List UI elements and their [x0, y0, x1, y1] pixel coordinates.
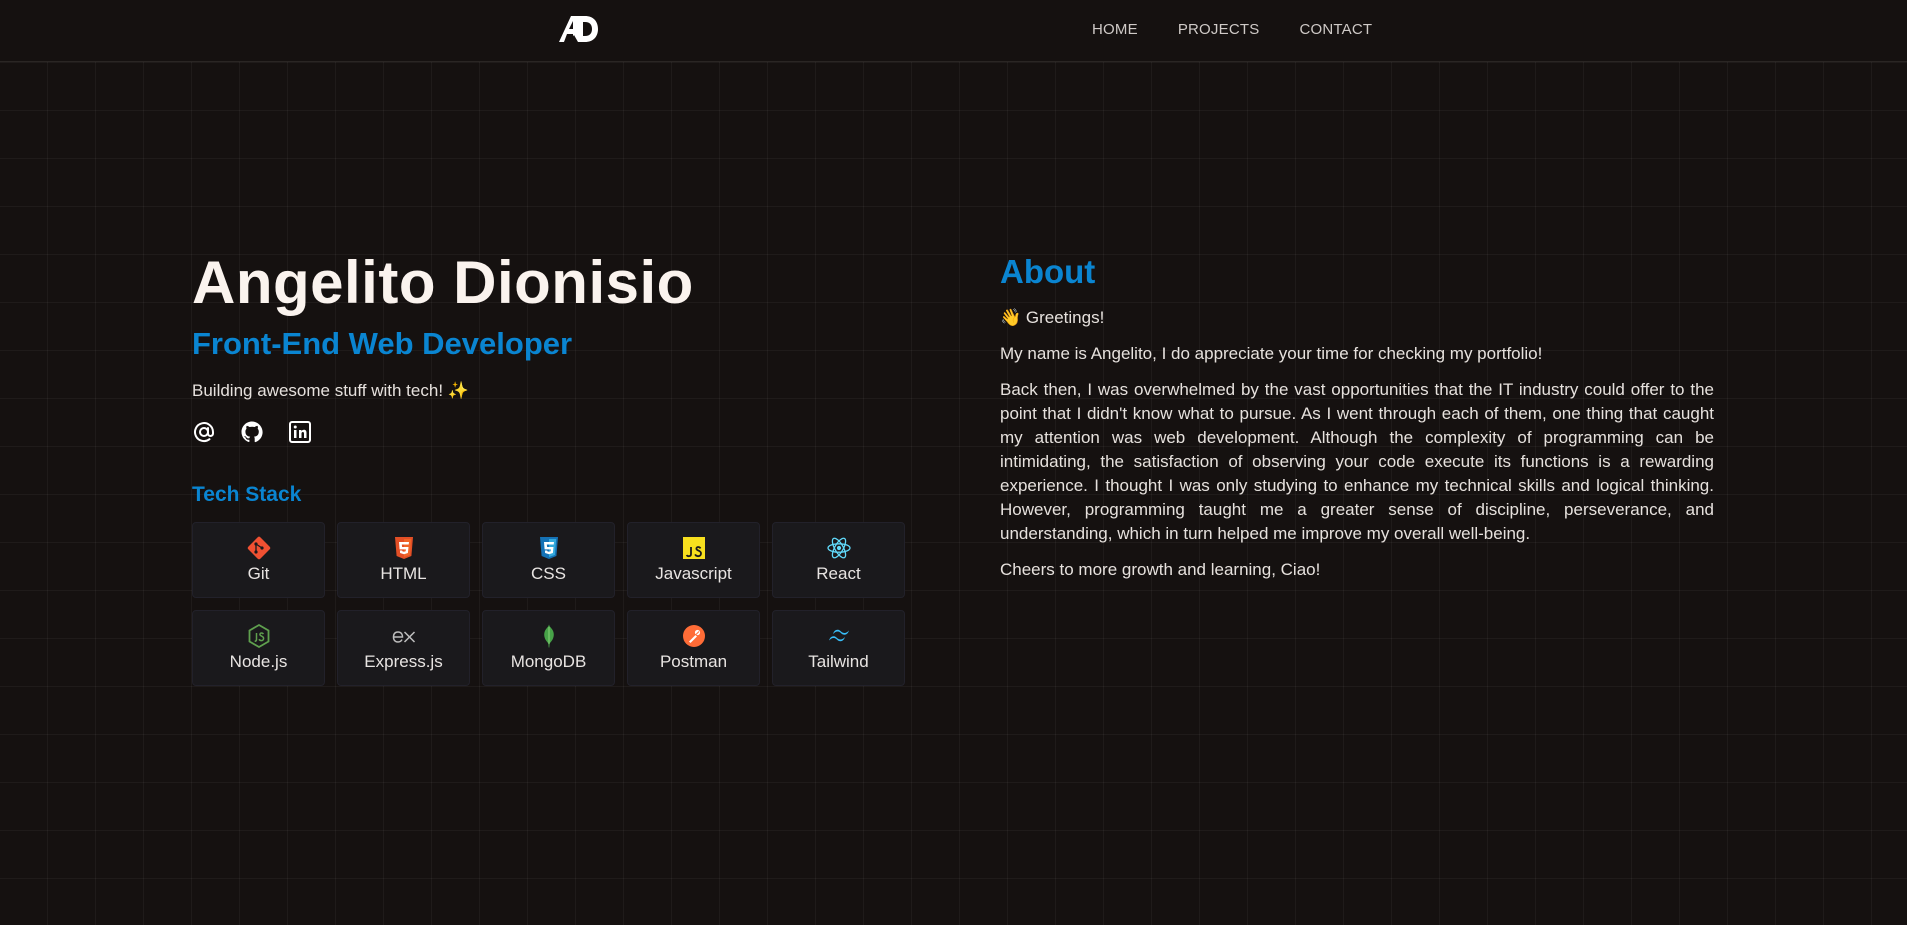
tech-label: Tailwind [808, 652, 869, 671]
github-icon [241, 421, 263, 443]
css3-icon [539, 537, 558, 559]
about-closing: Cheers to more growth and learning, Ciao… [1000, 560, 1321, 579]
tech-stack-grid: Git HTML CSS Javascript React Node.js Ex… [192, 522, 912, 686]
ad-logo-icon [559, 16, 598, 42]
hero-role: Front-End Web Developer [192, 326, 573, 361]
react-icon [826, 537, 851, 559]
about-title: About [1000, 253, 1096, 290]
hero-tagline: Building awesome stuff with tech! ✨ [192, 381, 469, 400]
about-greeting: 👋 Greetings! [1000, 308, 1105, 327]
html5-icon [394, 537, 413, 559]
git-icon [247, 536, 270, 560]
github-link[interactable] [240, 420, 264, 444]
nav-contact[interactable]: CONTACT [1299, 21, 1372, 38]
nodejs-icon [248, 623, 269, 649]
at-sign-icon [194, 422, 214, 443]
linkedin-link[interactable] [288, 420, 312, 444]
tech-card-javascript: Javascript [627, 522, 760, 598]
about-section: About 👋 Greetings! My name is Angelito, … [1000, 252, 1714, 582]
express-icon [392, 631, 415, 643]
postman-icon [682, 625, 705, 647]
tech-label: Javascript [655, 564, 732, 583]
tech-label: HTML [380, 564, 427, 583]
tech-label: React [816, 564, 861, 583]
tech-card-react: React [772, 522, 905, 598]
tech-label: Git [247, 564, 270, 583]
tech-card-html: HTML [337, 522, 470, 598]
tech-card-css: CSS [482, 522, 615, 598]
tech-card-postman: Postman [627, 610, 760, 686]
about-story: Back then, I was overwhelmed by the vast… [1000, 380, 1714, 543]
tech-label: CSS [531, 564, 566, 583]
tech-stack-title: Tech Stack [192, 483, 302, 506]
tech-card-nodejs: Node.js [192, 610, 325, 686]
nav-links: HOME PROJECTS CONTACT [1092, 21, 1372, 38]
tech-card-git: Git [192, 522, 325, 598]
navbar: HOME PROJECTS CONTACT [0, 0, 1907, 62]
tech-label: MongoDB [510, 652, 587, 671]
about-intro: My name is Angelito, I do appreciate you… [1000, 344, 1543, 363]
social-links [192, 420, 912, 444]
nav-home[interactable]: HOME [1092, 21, 1138, 38]
tech-card-tailwind: Tailwind [772, 610, 905, 686]
logo[interactable] [557, 14, 599, 44]
nav-projects[interactable]: PROJECTS [1178, 21, 1260, 38]
tech-card-express: Express.js [337, 610, 470, 686]
linkedin-icon [289, 421, 311, 443]
tech-label: Express.js [364, 652, 443, 671]
email-link[interactable] [192, 420, 216, 444]
mongodb-icon [543, 624, 554, 648]
tech-card-mongodb: MongoDB [482, 610, 615, 686]
tailwind-icon [828, 629, 849, 642]
tech-label: Postman [659, 652, 728, 671]
hero-name: Angelito Dionisio [192, 249, 694, 316]
hero-section: Angelito Dionisio Front-End Web Develope… [192, 248, 912, 686]
javascript-icon [682, 537, 705, 559]
tech-label: Node.js [229, 652, 288, 671]
